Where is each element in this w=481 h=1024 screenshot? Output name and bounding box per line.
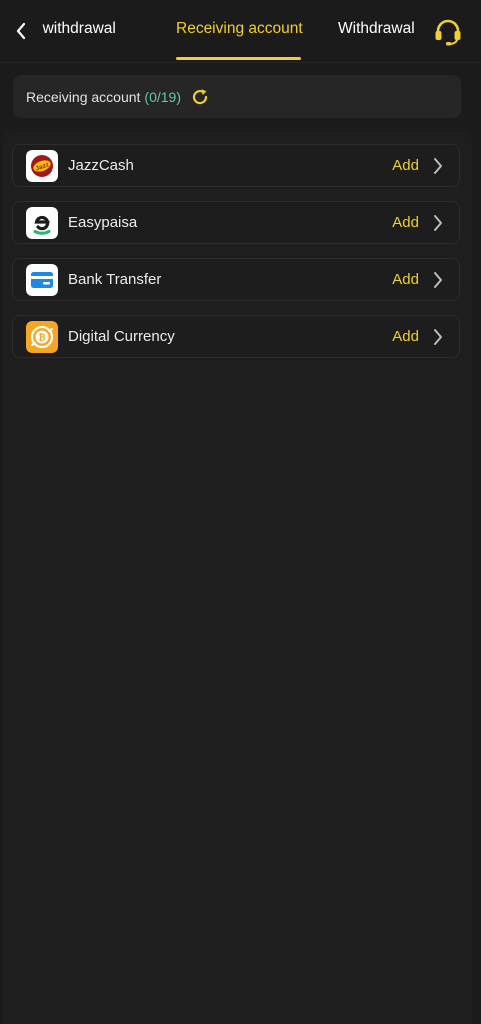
easypaisa-logo-icon bbox=[26, 207, 58, 239]
method-row-digital-currency[interactable]: ₿ Digital Currency Add bbox=[12, 315, 460, 358]
account-count: (0/19) bbox=[144, 88, 181, 105]
method-row-bank-transfer[interactable]: Bank Transfer Add bbox=[12, 258, 460, 301]
method-name: Bank Transfer bbox=[68, 271, 162, 288]
refresh-icon bbox=[192, 88, 208, 104]
method-row-jazzcash[interactable]: Jazz JazzCash Add bbox=[12, 144, 460, 187]
chevron-right-icon bbox=[434, 158, 442, 174]
tab-receiving-account[interactable]: Receiving account bbox=[176, 20, 303, 38]
add-button[interactable]: Add bbox=[392, 328, 419, 345]
jazzcash-logo-icon: Jazz bbox=[26, 150, 58, 182]
customer-support-button[interactable] bbox=[432, 17, 464, 47]
method-name: Easypaisa bbox=[68, 214, 138, 231]
back-button[interactable] bbox=[8, 16, 34, 46]
tab-withdrawal-record[interactable]: t withdrawal bbox=[40, 20, 116, 38]
chevron-right-icon bbox=[434, 272, 442, 288]
headset-icon bbox=[435, 19, 461, 46]
tab-withdrawal[interactable]: Withdrawal bbox=[338, 20, 415, 38]
active-tab-indicator bbox=[176, 57, 301, 60]
method-name: JazzCash bbox=[68, 157, 134, 174]
top-nav-bar: t withdrawal Receiving account Withdrawa… bbox=[0, 0, 481, 63]
bank-card-icon bbox=[26, 264, 58, 296]
receiving-account-summary: Receiving account (0/19) bbox=[13, 75, 461, 118]
svg-text:₿: ₿ bbox=[38, 332, 45, 342]
method-row-easypaisa[interactable]: Easypaisa Add bbox=[12, 201, 460, 244]
summary-label: Receiving account bbox=[26, 88, 141, 105]
add-button[interactable]: Add bbox=[392, 214, 419, 231]
chevron-right-icon bbox=[434, 215, 442, 231]
add-button[interactable]: Add bbox=[392, 271, 419, 288]
add-button[interactable]: Add bbox=[392, 157, 419, 174]
refresh-button[interactable] bbox=[189, 86, 211, 108]
chevron-right-icon bbox=[434, 329, 442, 345]
digital-currency-icon: ₿ bbox=[26, 321, 58, 353]
method-name: Digital Currency bbox=[68, 328, 175, 345]
chevron-left-icon bbox=[16, 22, 26, 40]
tab-strip: t withdrawal Receiving account Withdrawa… bbox=[40, 0, 428, 62]
